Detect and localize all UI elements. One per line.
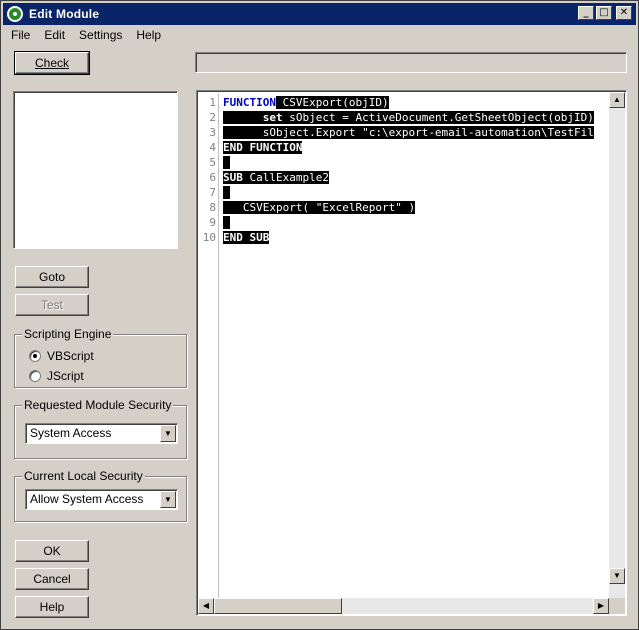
chevron-down-icon[interactable]: ▼ — [160, 491, 176, 508]
window-controls: _ □ ✕ — [578, 6, 632, 20]
ok-button-label: OK — [43, 544, 61, 558]
goto-button[interactable]: Goto — [15, 266, 89, 288]
line-number: 6 — [209, 171, 216, 184]
test-button-label: Test — [40, 298, 63, 312]
line-number: 8 — [209, 201, 216, 214]
code-text: sObject.Export "c:\export-email-automati… — [262, 126, 594, 139]
local-security-group: Current Local Security Allow System Acce… — [14, 469, 187, 522]
code-text: CSVExport(objID) — [275, 96, 389, 109]
module-list[interactable] — [13, 91, 178, 249]
line-number: 7 — [209, 186, 216, 199]
script-editor[interactable]: 1 2 3 4 5 6 7 8 9 10 FUNCTION CSVExport(… — [196, 90, 627, 616]
code-keyword: set — [262, 111, 283, 124]
ok-button[interactable]: OK — [15, 540, 89, 562]
menu-edit[interactable]: Edit — [36, 28, 71, 42]
code-text: CSVExport( "ExcelReport" ) — [242, 201, 416, 214]
scroll-down-icon[interactable]: ▼ — [609, 568, 625, 584]
cancel-button[interactable]: Cancel — [15, 568, 89, 590]
code-line: FUNCTION CSVExport(objID) — [223, 95, 608, 110]
check-button[interactable]: Check — [14, 51, 90, 75]
code-line: CSVExport( "ExcelReport" ) — [223, 200, 608, 215]
code-line — [223, 185, 608, 200]
menu-settings[interactable]: Settings — [71, 28, 128, 42]
scroll-left-icon[interactable]: ◀ — [198, 598, 214, 614]
test-button[interactable]: Test — [15, 294, 89, 316]
close-icon[interactable]: ✕ — [616, 6, 632, 20]
app-icon — [7, 6, 23, 22]
help-button-label: Help — [39, 600, 65, 614]
requested-security-group: Requested Module Security System Access … — [14, 398, 187, 459]
status-bar — [195, 52, 627, 73]
code-indent — [223, 126, 263, 139]
help-button[interactable]: Help — [15, 596, 89, 618]
local-security-value: Allow System Access — [30, 492, 144, 506]
line-number: 9 — [209, 216, 216, 229]
jscript-label: JScript — [47, 369, 84, 383]
menu-file[interactable]: File — [3, 28, 36, 42]
requested-security-select[interactable]: System Access ▼ — [25, 423, 178, 444]
scripting-engine-group: Scripting Engine VBScript JScript — [14, 327, 187, 388]
code-keyword: END FUNCTION — [223, 141, 303, 154]
window-title: Edit Module — [29, 7, 100, 21]
code-line — [223, 215, 608, 230]
vbscript-radio-row[interactable]: VBScript — [29, 349, 94, 363]
line-number-gutter: 1 2 3 4 5 6 7 8 9 10 — [199, 93, 219, 599]
code-line — [223, 155, 608, 170]
code-line: sObject.Export "c:\export-email-automati… — [223, 125, 608, 140]
scroll-up-icon[interactable]: ▲ — [609, 92, 625, 108]
requested-security-value: System Access — [30, 426, 112, 440]
jscript-radio-row[interactable]: JScript — [29, 369, 84, 383]
menu-bar: File Edit Settings Help — [3, 25, 167, 45]
code-text — [223, 156, 230, 169]
menu-help[interactable]: Help — [128, 28, 167, 42]
code-indent — [223, 201, 243, 214]
maximize-icon[interactable]: □ — [596, 6, 612, 20]
code-text: sObject = ActiveDocument.GetSheetObject(… — [282, 111, 594, 124]
code-text — [223, 216, 230, 229]
code-area[interactable]: FUNCTION CSVExport(objID) set sObject = … — [223, 95, 608, 599]
line-number: 10 — [202, 231, 216, 244]
scrollbar-corner — [609, 598, 625, 614]
scripting-engine-label: Scripting Engine — [22, 327, 114, 341]
horizontal-scrollbar[interactable]: ◀ ▶ — [198, 598, 609, 614]
check-button-label: Check — [34, 56, 69, 70]
line-number: 4 — [209, 141, 216, 154]
code-line: END SUB — [223, 230, 608, 245]
local-security-label: Current Local Security — [22, 469, 145, 483]
code-keyword: SUB — [223, 171, 243, 184]
requested-security-label: Requested Module Security — [22, 398, 174, 412]
goto-button-label: Goto — [38, 270, 65, 284]
line-number: 2 — [209, 111, 216, 124]
scroll-right-icon[interactable]: ▶ — [593, 598, 609, 614]
vbscript-label: VBScript — [47, 349, 94, 363]
code-text: CallExample2 — [242, 171, 329, 184]
cancel-button-label: Cancel — [33, 572, 71, 586]
jscript-radio[interactable] — [29, 370, 41, 382]
code-line: END FUNCTION — [223, 140, 608, 155]
chevron-down-icon[interactable]: ▼ — [160, 425, 176, 442]
line-number: 1 — [209, 96, 216, 109]
local-security-select[interactable]: Allow System Access ▼ — [25, 489, 178, 510]
edit-module-window: Edit Module _ □ ✕ File Edit Settings Hel… — [0, 0, 639, 630]
code-keyword: END SUB — [223, 231, 270, 244]
code-line: set sObject = ActiveDocument.GetSheetObj… — [223, 110, 608, 125]
horizontal-scroll-thumb[interactable] — [214, 598, 342, 614]
code-keyword: FUNCTION — [223, 96, 276, 109]
code-line: SUB CallExample2 — [223, 170, 608, 185]
vertical-scrollbar[interactable]: ▲ ▼ — [609, 92, 625, 600]
code-text — [223, 186, 230, 199]
line-number: 3 — [209, 126, 216, 139]
code-indent — [223, 111, 263, 124]
title-bar[interactable]: Edit Module _ □ ✕ — [3, 3, 636, 25]
line-number: 5 — [209, 156, 216, 169]
minimize-icon[interactable]: _ — [578, 6, 594, 20]
vbscript-radio[interactable] — [29, 350, 41, 362]
